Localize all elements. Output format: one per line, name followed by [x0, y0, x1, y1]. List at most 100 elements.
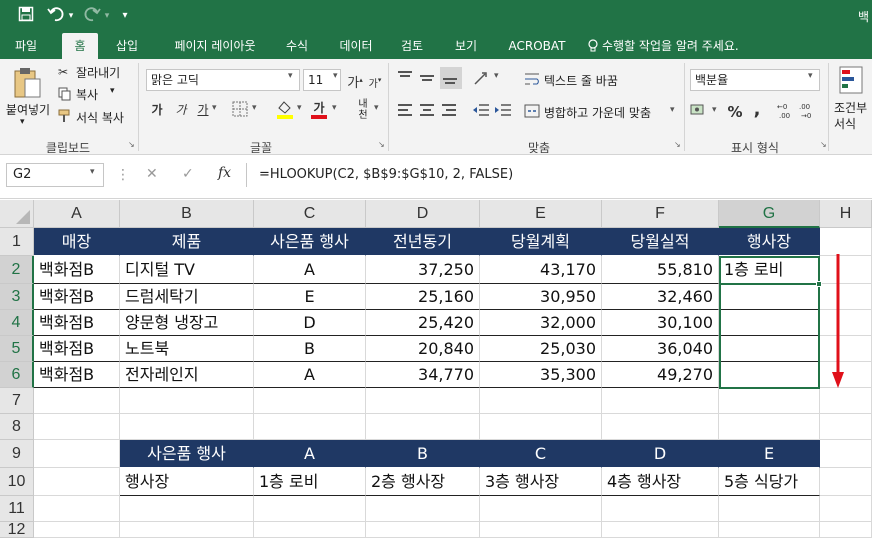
align-bottom-icon[interactable]: [440, 67, 462, 89]
table1-data-cell[interactable]: 32,000: [480, 310, 602, 336]
font-launcher-icon[interactable]: ↘: [378, 140, 385, 149]
cell[interactable]: [366, 496, 480, 522]
table1-data-cell[interactable]: 전자레인지: [120, 362, 254, 388]
cell[interactable]: [34, 440, 120, 468]
cell[interactable]: [254, 522, 366, 538]
table1-data-cell[interactable]: 20,840: [366, 336, 480, 362]
row-header-7[interactable]: 7: [0, 388, 34, 414]
table2-header-cell[interactable]: E: [719, 440, 820, 468]
cell[interactable]: [254, 496, 366, 522]
table1-header-cell[interactable]: 제품: [120, 228, 254, 256]
cell[interactable]: [719, 414, 820, 440]
number-launcher-icon[interactable]: ↘: [820, 140, 827, 149]
table1-header-cell[interactable]: 전년동기: [366, 228, 480, 256]
grow-font-button[interactable]: 가▴: [344, 69, 366, 91]
cell[interactable]: [602, 496, 719, 522]
fill-color-dropdown-icon[interactable]: ▾: [297, 103, 302, 113]
tab-acrobat[interactable]: ACROBAT: [500, 33, 574, 59]
accounting-dropdown-icon[interactable]: ▾: [712, 105, 717, 115]
save-icon[interactable]: [16, 6, 36, 26]
table1-header-cell[interactable]: 매장: [34, 228, 120, 256]
conditional-formatting-label-2[interactable]: 서식: [834, 115, 856, 132]
align-right-icon[interactable]: [440, 101, 460, 121]
table2-header-cell[interactable]: D: [602, 440, 719, 468]
increase-indent-icon[interactable]: [494, 101, 514, 121]
table2-value-cell[interactable]: 4층 행사장: [602, 468, 719, 496]
table1-data-cell[interactable]: 양문형 냉장고: [120, 310, 254, 336]
enter-icon[interactable]: ✓: [182, 166, 194, 182]
cell[interactable]: [34, 496, 120, 522]
cell[interactable]: [254, 388, 366, 414]
column-header-a[interactable]: A: [34, 200, 120, 228]
row-header-2[interactable]: 2: [0, 256, 34, 284]
cell[interactable]: [719, 522, 820, 538]
undo-icon[interactable]: [46, 6, 66, 26]
column-header-d[interactable]: D: [366, 200, 480, 228]
table1-data-cell[interactable]: 36,040: [602, 336, 719, 362]
tab-insert[interactable]: 삽입: [108, 33, 146, 59]
alignment-launcher-icon[interactable]: ↘: [674, 140, 681, 149]
tab-view[interactable]: 보기: [448, 33, 484, 59]
cell[interactable]: [254, 414, 366, 440]
table2-header-cell[interactable]: 사은품 행사: [120, 440, 254, 468]
wrap-text-button[interactable]: 텍스트 줄 바꿈: [544, 72, 618, 89]
merge-center-button[interactable]: 병합하고 가운데 맞춤: [544, 104, 651, 121]
table1-data-cell[interactable]: 35,300: [480, 362, 602, 388]
shrink-font-button[interactable]: 가▾: [364, 69, 386, 91]
insert-function-icon[interactable]: fx: [218, 165, 231, 181]
cancel-icon[interactable]: ✕: [146, 166, 158, 182]
table1-data-cell[interactable]: 32,460: [602, 284, 719, 310]
table1-data-cell[interactable]: 백화점B: [34, 310, 120, 336]
table1-data-cell[interactable]: 백화점B: [34, 284, 120, 310]
table1-data-cell[interactable]: 43,170: [480, 256, 602, 284]
cell[interactable]: [480, 496, 602, 522]
cell[interactable]: [820, 496, 872, 522]
tab-home[interactable]: 홈: [62, 33, 98, 59]
tab-file[interactable]: 파일: [6, 33, 46, 59]
table1-data-cell[interactable]: 25,030: [480, 336, 602, 362]
font-size-dropdown-icon[interactable]: ▾: [333, 71, 338, 81]
table2-value-cell[interactable]: 5층 식당가: [719, 468, 820, 496]
table2-header-cell[interactable]: C: [480, 440, 602, 468]
table1-data-cell[interactable]: 37,250: [366, 256, 480, 284]
table1-header-cell[interactable]: 당월계획: [480, 228, 602, 256]
cell[interactable]: [480, 388, 602, 414]
cell[interactable]: [366, 414, 480, 440]
column-header-f[interactable]: F: [602, 200, 719, 228]
font-name-dropdown-icon[interactable]: ▾: [288, 71, 293, 81]
table2-header-cell[interactable]: B: [366, 440, 480, 468]
redo-dropdown-icon[interactable]: ▾: [102, 6, 112, 26]
table1-data-cell[interactable]: D: [254, 310, 366, 336]
percent-style-button[interactable]: %: [724, 101, 746, 123]
table1-data-cell[interactable]: 49,270: [602, 362, 719, 388]
font-name-combo[interactable]: 맑은 고딕: [146, 69, 300, 91]
select-all-corner[interactable]: [0, 200, 34, 228]
row-header-11[interactable]: 11: [0, 496, 34, 522]
borders-dropdown-icon[interactable]: ▾: [252, 103, 257, 113]
formula-input[interactable]: =HLOOKUP(C2, $B$9:$G$10, 2, FALSE): [246, 163, 872, 187]
table1-header-cell[interactable]: 행사장: [719, 228, 820, 256]
number-format-dropdown-icon[interactable]: ▾: [808, 71, 813, 81]
copy-dropdown-icon[interactable]: ▾: [110, 86, 115, 96]
align-middle-icon[interactable]: [418, 69, 438, 89]
row-header-4[interactable]: 4: [0, 310, 34, 336]
decrease-decimal-icon[interactable]: .00 →0: [798, 101, 818, 121]
table1-data-cell[interactable]: 25,420: [366, 310, 480, 336]
paste-button-label[interactable]: 붙여넣기: [2, 101, 54, 118]
table1-data-cell[interactable]: A: [254, 362, 366, 388]
underline-button[interactable]: 가: [192, 99, 214, 121]
row-header-12[interactable]: 12: [0, 522, 34, 538]
table1-data-cell[interactable]: 드럼세탁기: [120, 284, 254, 310]
cell[interactable]: [820, 440, 872, 468]
undo-dropdown-icon[interactable]: ▾: [66, 6, 76, 26]
cell[interactable]: [820, 414, 872, 440]
fill-handle[interactable]: [816, 281, 822, 287]
table2-header-cell[interactable]: A: [254, 440, 366, 468]
cell[interactable]: [480, 522, 602, 538]
row-header-6[interactable]: 6: [0, 362, 34, 388]
table1-data-cell[interactable]: 30,100: [602, 310, 719, 336]
table2-value-cell[interactable]: 3층 행사장: [480, 468, 602, 496]
bold-button[interactable]: 가: [146, 99, 168, 121]
column-header-h[interactable]: H: [820, 200, 872, 228]
cell[interactable]: [602, 414, 719, 440]
